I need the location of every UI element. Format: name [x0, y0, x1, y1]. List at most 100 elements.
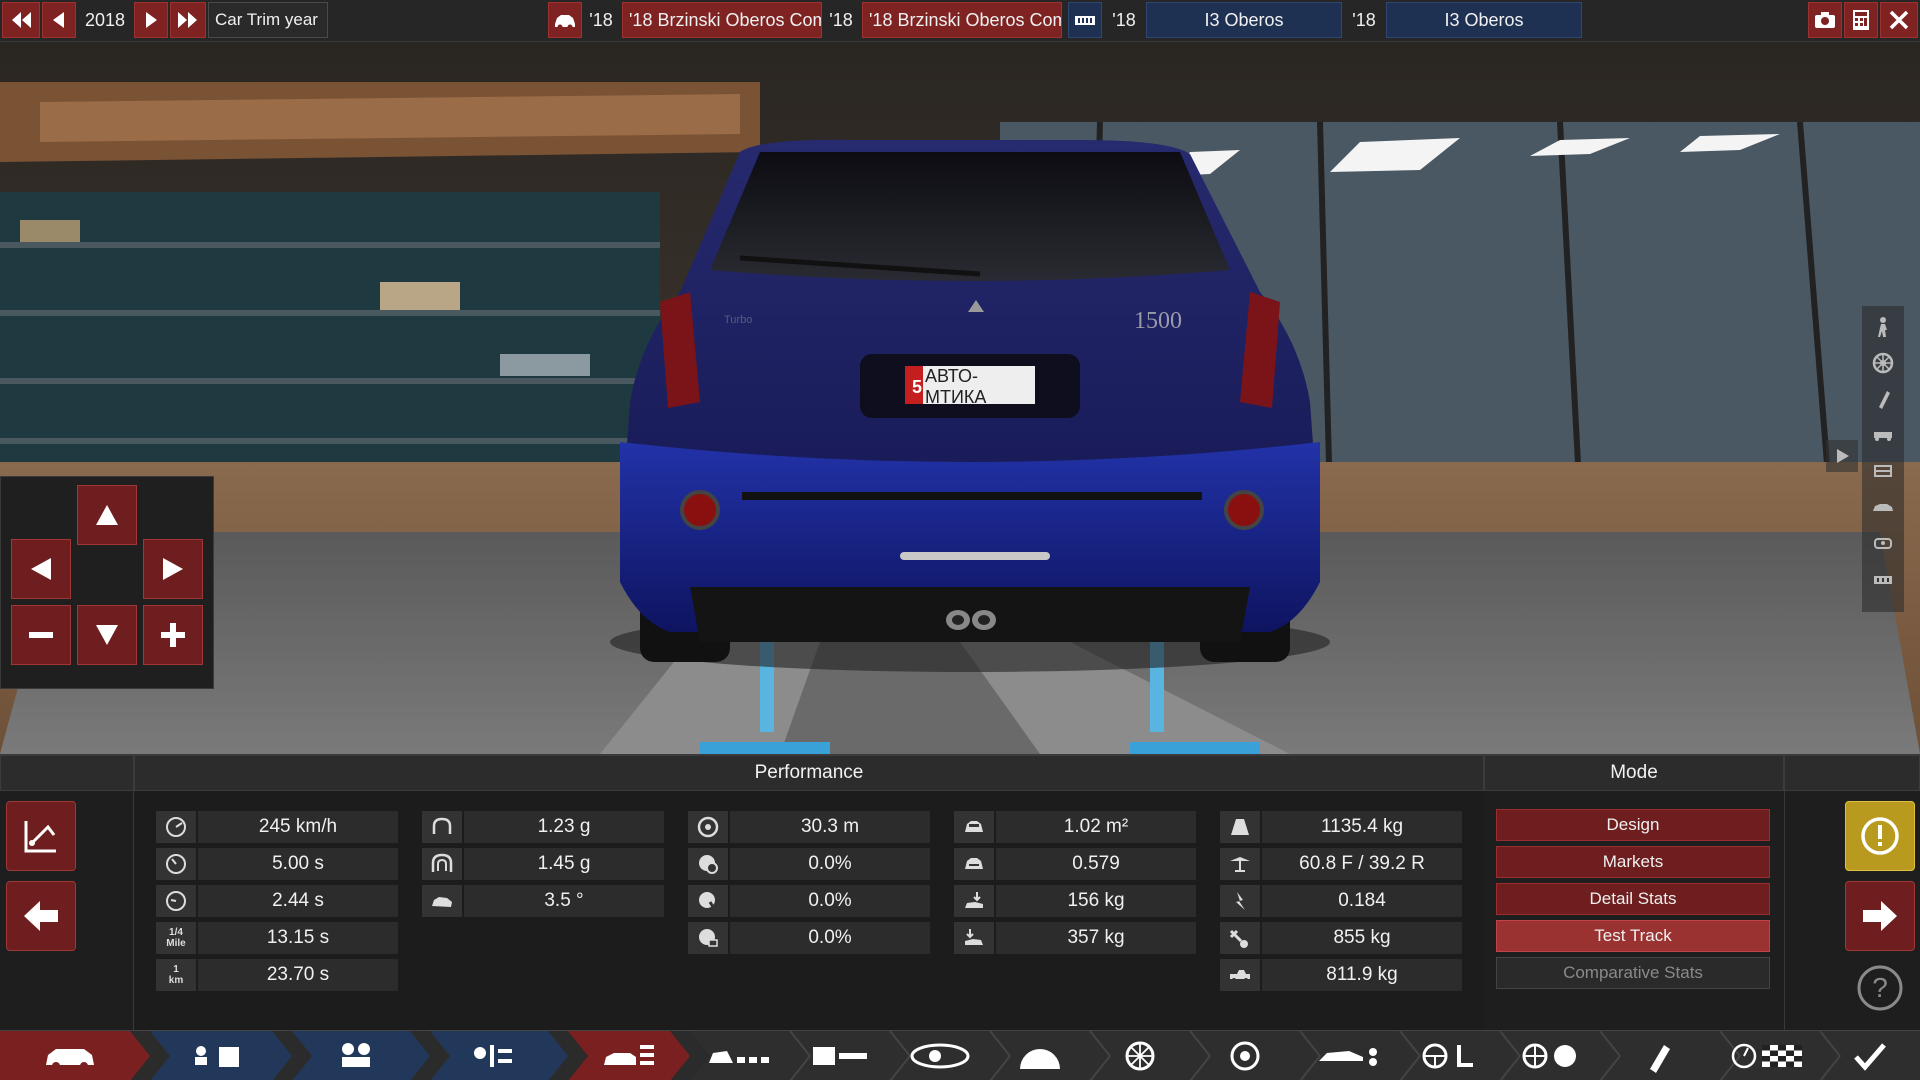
- screenshot-button[interactable]: [1808, 2, 1842, 38]
- engine-variant-button[interactable]: I3 Oberos: [1386, 2, 1582, 38]
- car-model-icon-button[interactable]: [548, 2, 582, 38]
- engine-view-button[interactable]: [1868, 564, 1898, 594]
- mode-design-button[interactable]: Design: [1496, 809, 1770, 841]
- double-left-arrow-icon: [12, 12, 31, 28]
- nav-finish-button[interactable]: [1830, 1033, 1910, 1079]
- nav-safety-button[interactable]: [1500, 1033, 1600, 1079]
- weight-value: 1135.4 kg: [1262, 811, 1462, 843]
- car-front-icon: [954, 811, 994, 843]
- model-name-button[interactable]: '18 Brzinski Oberos Com: [622, 2, 822, 38]
- aero-panel-icon: [813, 1047, 867, 1065]
- car-profile-icon: [709, 1051, 769, 1063]
- engine-bay-view-button[interactable]: [1868, 528, 1898, 558]
- plate-number: 5: [911, 376, 922, 397]
- calculator-button[interactable]: [1844, 2, 1878, 38]
- car-icon: [46, 1049, 94, 1070]
- camera-down-button[interactable]: [77, 605, 137, 665]
- test-track-layout-button[interactable]: [6, 801, 76, 871]
- calculator-icon: [1853, 10, 1869, 30]
- weight-distribution-value: 60.8 F / 39.2 R: [1262, 848, 1462, 880]
- rear-downforce-value: 357 kg: [996, 922, 1196, 954]
- year-first-button[interactable]: [2, 2, 40, 38]
- year-next-button[interactable]: [134, 2, 168, 38]
- nav-wheels-button[interactable]: [1090, 1033, 1190, 1079]
- nav-engine-button[interactable]: [306, 1033, 406, 1079]
- nav-aerodynamics-button[interactable]: [1300, 1033, 1400, 1079]
- nav-engine-family-button[interactable]: [166, 1033, 266, 1079]
- plus-icon: [161, 623, 185, 647]
- engine-icon: [1874, 576, 1892, 584]
- body-view-button[interactable]: [1868, 456, 1898, 486]
- minus-icon: [29, 632, 53, 638]
- nav-testing-button[interactable]: [1720, 1033, 1820, 1079]
- weight-distribution-icon: [1220, 848, 1260, 880]
- engine-icon-button[interactable]: [1068, 2, 1102, 38]
- help-button[interactable]: ?: [1855, 963, 1905, 1013]
- driver-view-button[interactable]: [1868, 312, 1898, 342]
- nav-engine-tune-button[interactable]: [444, 1033, 544, 1079]
- one-km-value: 23.70 s: [198, 959, 398, 991]
- wheel-view-button[interactable]: [1868, 348, 1898, 378]
- mode-test-track-button[interactable]: Test Track: [1496, 920, 1770, 952]
- car-icon: [555, 15, 575, 30]
- car-trim-year-label: Car Trim year: [208, 2, 328, 38]
- mode-markets-button[interactable]: Markets: [1496, 846, 1770, 878]
- nav-lights-button[interactable]: [890, 1033, 990, 1079]
- pistons-icon: [342, 1043, 370, 1067]
- year-value: 2018: [84, 9, 126, 30]
- spray-can-icon: [1650, 1045, 1670, 1073]
- paint-view-button[interactable]: [1868, 384, 1898, 414]
- max-cornering-icon: [422, 848, 462, 880]
- body-roll-value: 3.5 °: [464, 885, 664, 917]
- next-button[interactable]: [1845, 881, 1915, 951]
- camera-left-button[interactable]: [11, 539, 71, 599]
- frontal-area-value: 1.02 m²: [996, 811, 1196, 843]
- zoom-in-button[interactable]: [143, 605, 203, 665]
- trim-name-button[interactable]: '18 Brzinski Oberos Com: [862, 2, 1062, 38]
- car-viewport[interactable]: 5 АВТО-МТИКА Turbo 1500: [0, 42, 1920, 754]
- chassis-view-button[interactable]: [1868, 420, 1898, 450]
- one-km-top: 1: [173, 964, 179, 975]
- nav-test-track-button[interactable]: [580, 1033, 680, 1079]
- zoom-out-button[interactable]: [11, 605, 71, 665]
- performance-title: Performance: [134, 755, 1484, 791]
- year-last-button[interactable]: [170, 2, 206, 38]
- rear-downforce-icon: [954, 922, 994, 954]
- brake-fade-2-icon: [688, 885, 728, 917]
- view-tools-strip: [1862, 306, 1904, 612]
- brake-disc-icon: [688, 811, 728, 843]
- side-view-button[interactable]: [1868, 492, 1898, 522]
- nav-brakes-button[interactable]: [1190, 1033, 1300, 1079]
- nav-aero-button[interactable]: [790, 1033, 890, 1079]
- power-weight-value: 0.184: [1262, 885, 1462, 917]
- nav-suspension-button[interactable]: [990, 1033, 1090, 1079]
- engine-family-button[interactable]: I3 Oberos: [1146, 2, 1342, 38]
- nav-body-button[interactable]: [690, 1033, 790, 1079]
- top-toolbar: 2018 Car Trim year '18 '18 Brzinski Ober…: [0, 0, 1920, 42]
- close-icon: [1889, 10, 1909, 30]
- warnings-button[interactable]: [1845, 801, 1915, 871]
- one-km-icon: 1 km: [156, 959, 196, 991]
- car-stats-icon: [604, 1045, 654, 1065]
- camera-right-button[interactable]: [143, 539, 203, 599]
- pickup-icon: [1220, 959, 1260, 991]
- mode-comparative-stats-button[interactable]: Comparative Stats: [1496, 957, 1770, 989]
- max-cornering-value: 1.45 g: [464, 848, 664, 880]
- back-button[interactable]: [6, 881, 76, 951]
- towing-value: 855 kg: [1262, 922, 1462, 954]
- drag-icon: [954, 848, 994, 880]
- mode-detail-stats-button[interactable]: Detail Stats: [1496, 883, 1770, 915]
- nav-interior-button[interactable]: [1400, 1033, 1500, 1079]
- year-prev-button[interactable]: [42, 2, 76, 38]
- close-button[interactable]: [1880, 2, 1918, 38]
- stats-panel: Performance Mode 245 km/h 5.00 s 2.44 s …: [0, 754, 1920, 1031]
- expand-tools-button[interactable]: [1826, 440, 1858, 472]
- camera-control-pad: [0, 476, 214, 689]
- checkered-flag-icon: [1731, 1043, 1802, 1069]
- nav-paint-button[interactable]: [1600, 1033, 1720, 1079]
- nav-car-button[interactable]: [30, 1033, 110, 1079]
- brake-fade-icon: [688, 848, 728, 880]
- double-right-arrow-icon: [178, 12, 197, 28]
- camera-up-button[interactable]: [77, 485, 137, 545]
- left-actions-column: [0, 791, 134, 1031]
